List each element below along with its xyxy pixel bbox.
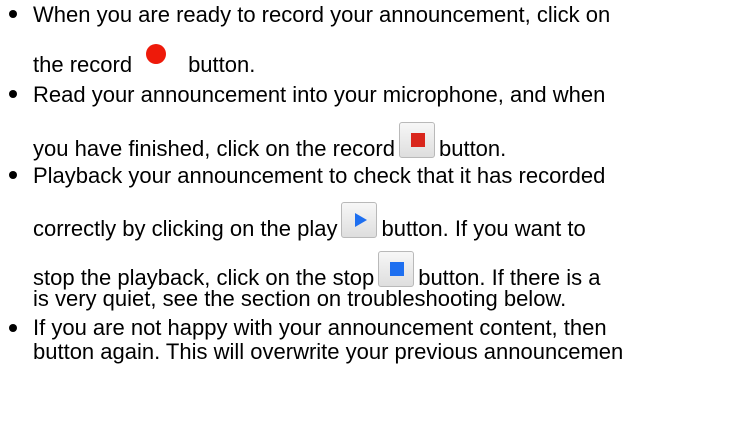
list-item-step-2: Read your announcement into your microph… [0, 82, 734, 161]
stop-record-icon [398, 122, 435, 158]
list-item-step-1: When you are ready to record your announ… [0, 2, 734, 78]
step-3-line-2: correctly by clicking on the play button.… [33, 202, 734, 241]
play-icon [341, 202, 378, 238]
step-1-line-2: the record button. [33, 44, 734, 78]
step-4-line-1: If you are not happy with your announcem… [33, 315, 607, 340]
step-1-text-a: the record [33, 52, 133, 77]
step-2-text-a: you have finished, click on the record [33, 135, 395, 161]
step-2-text-b: button. [438, 135, 507, 161]
step-1-text-b: button. [188, 52, 256, 77]
step-1-line-1: When you are ready to record your announ… [33, 2, 611, 27]
step-4-line-2: button again. This will overwrite your p… [33, 339, 624, 364]
step-3-line-3: stop the playback, click on the stop butt… [33, 251, 734, 290]
list-item-step-3: Playback your announcement to check that… [0, 163, 734, 311]
record-dot-icon [146, 44, 167, 65]
step-3-text-b: button. If you want to [381, 215, 586, 241]
step-2-line-2: you have finished, click on the record bu… [33, 122, 734, 161]
instruction-list: When you are ready to record your announ… [0, 2, 734, 364]
stop-icon [378, 251, 415, 287]
step-2-line-1: Read your announcement into your microph… [33, 82, 606, 107]
list-item-step-4: If you are not happy with your announcem… [0, 316, 734, 364]
step-3-line-4: is very quiet, see the section on troubl… [33, 286, 567, 311]
step-3-text-a: correctly by clicking on the play [33, 215, 338, 241]
step-3-line-1: Playback your announcement to check that… [33, 163, 606, 188]
